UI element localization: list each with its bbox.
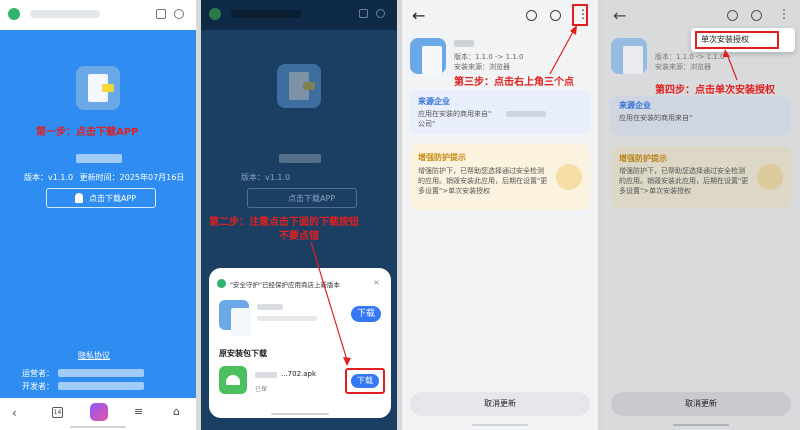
gesture-bar <box>472 424 528 426</box>
ai-assistant-icon[interactable] <box>90 403 108 421</box>
download-app-button[interactable]: 点击下载APP <box>46 188 156 208</box>
shield-icon <box>8 8 20 20</box>
panel-more-menu: ← ⋮ 版本：1.1.0 -> 1.1.0 安装来源：浏览器 单次安装授权 第四… <box>603 0 799 430</box>
cancel-update-button[interactable]: 取消更新 <box>611 392 791 416</box>
browser-bottom-nav: ‹ 14 ≡ ⌂ <box>0 398 196 430</box>
version-text: 版本：v1.1.0 更新时间：2025年07月16日 <box>24 173 185 182</box>
step1-annotation: 第一步：点击下载APP <box>36 127 139 138</box>
enhanced-protection-card: 增强防护提示 增强防护下，已帮助您选择通过安全检测的应用。销毁安装此应用，后期在… <box>410 144 590 210</box>
panel-install-page: ← ⋮ 版本：1.1.0 -> 1.1.0 安装来源：浏览器 第三步：点击右上角… <box>402 0 598 430</box>
privacy-link[interactable]: 隐私协议 <box>78 350 110 361</box>
gesture-bar <box>673 424 729 426</box>
menu-icon[interactable]: ≡ <box>134 405 143 418</box>
panel-browser-download: 第一步：点击下载APP 版本：v1.1.0 更新时间：2025年07月16日 点… <box>0 0 196 430</box>
tabs-icon[interactable]: 14 <box>52 407 63 418</box>
source-company-card: 来源企业 应用在安装的商用来自" <box>611 96 791 136</box>
warning-illustration <box>757 164 783 190</box>
warning-illustration <box>556 164 582 190</box>
cancel-update-button[interactable]: 取消更新 <box>410 392 590 416</box>
operator-label: 运营者： <box>22 369 54 378</box>
refresh-icon[interactable] <box>174 9 184 19</box>
home-icon[interactable]: ⌂ <box>173 405 180 418</box>
panel-download-sheet: 版本：v1.1.0 点击下载APP 第二步：注意点击下面的下载按钮 不要点错 "… <box>201 0 397 430</box>
url-text <box>30 10 100 18</box>
back-icon[interactable]: ‹ <box>12 406 17 420</box>
browser-address-bar[interactable] <box>0 0 196 30</box>
bookmark-icon[interactable] <box>156 9 166 19</box>
developer-value-blurred <box>58 382 144 390</box>
arrow-annotation-2 <box>310 241 351 366</box>
company-name-blurred <box>506 111 546 117</box>
app-icon <box>76 66 120 110</box>
operator-value-blurred <box>58 369 144 377</box>
android-icon <box>75 193 83 203</box>
enhanced-protection-card: 增强防护提示 增强防护下，已帮助您选择通过安全检测的应用。销毁安装此应用，后期在… <box>611 146 791 208</box>
tutorial-screenshot: 第一步：点击下载APP 版本：v1.1.0 更新时间：2025年07月16日 点… <box>0 0 800 430</box>
app-name-blurred <box>76 154 122 163</box>
source-company-card: 来源企业 应用在安装的商用来自" 公司" <box>410 90 590 134</box>
gesture-bar <box>70 426 126 428</box>
developer-label: 开发者： <box>22 382 54 391</box>
